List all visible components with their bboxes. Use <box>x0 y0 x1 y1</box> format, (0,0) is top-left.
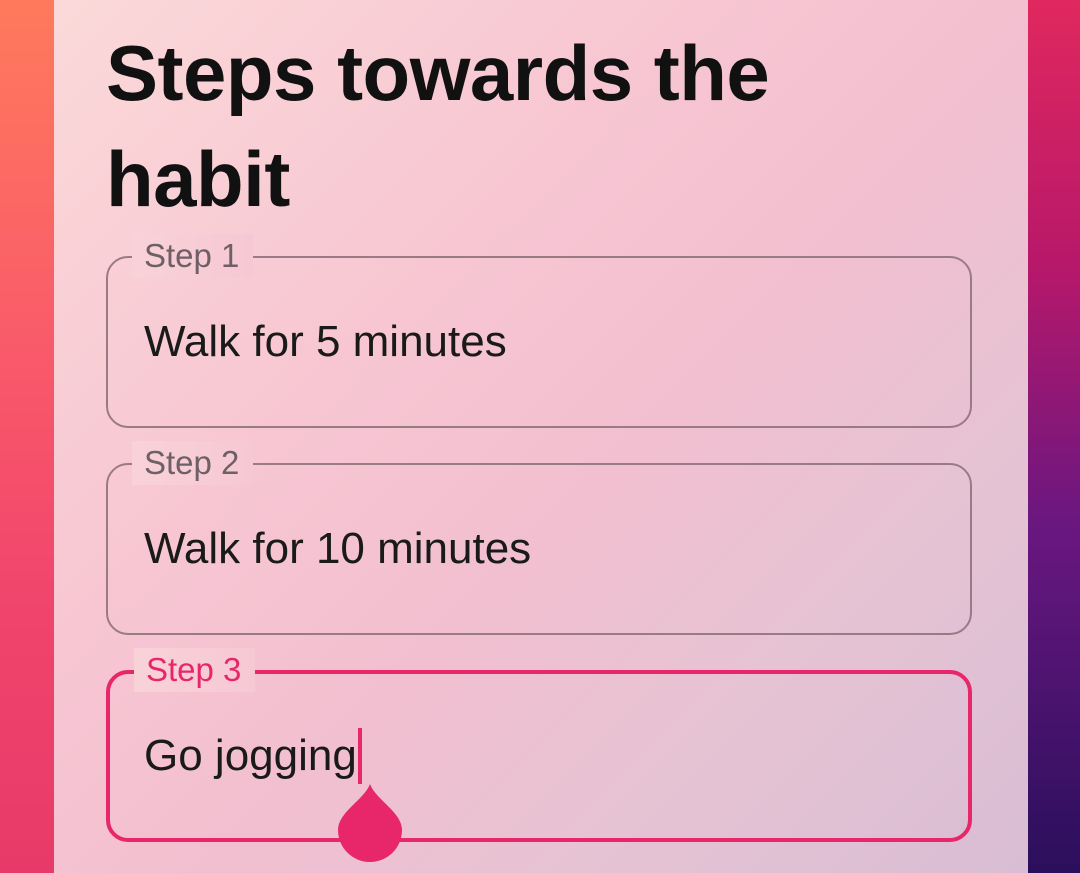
step-3-input[interactable]: Go jogging <box>144 728 362 784</box>
step-1-field[interactable]: Step 1 Walk for 5 minutes <box>106 234 972 428</box>
background-left <box>0 0 54 873</box>
text-caret <box>357 728 362 784</box>
step-3-label: Step 3 <box>134 648 256 692</box>
text-cursor-handle-icon[interactable] <box>336 782 404 862</box>
page-title: Steps towards the habit <box>106 29 770 223</box>
background-right <box>1028 0 1080 873</box>
step-3-field[interactable]: Step 3 Go jogging <box>106 648 972 842</box>
step-3-input-text: Go jogging <box>144 731 357 780</box>
step-2-input[interactable]: Walk for 10 minutes <box>144 521 531 577</box>
step-2-label: Step 2 <box>132 441 254 485</box>
step-1-input[interactable]: Walk for 5 minutes <box>144 314 507 370</box>
habit-steps-card: Steps towards the habit Step 1 Walk for … <box>54 0 1028 873</box>
step-1-label: Step 1 <box>132 234 254 278</box>
step-2-field[interactable]: Step 2 Walk for 10 minutes <box>106 441 972 635</box>
